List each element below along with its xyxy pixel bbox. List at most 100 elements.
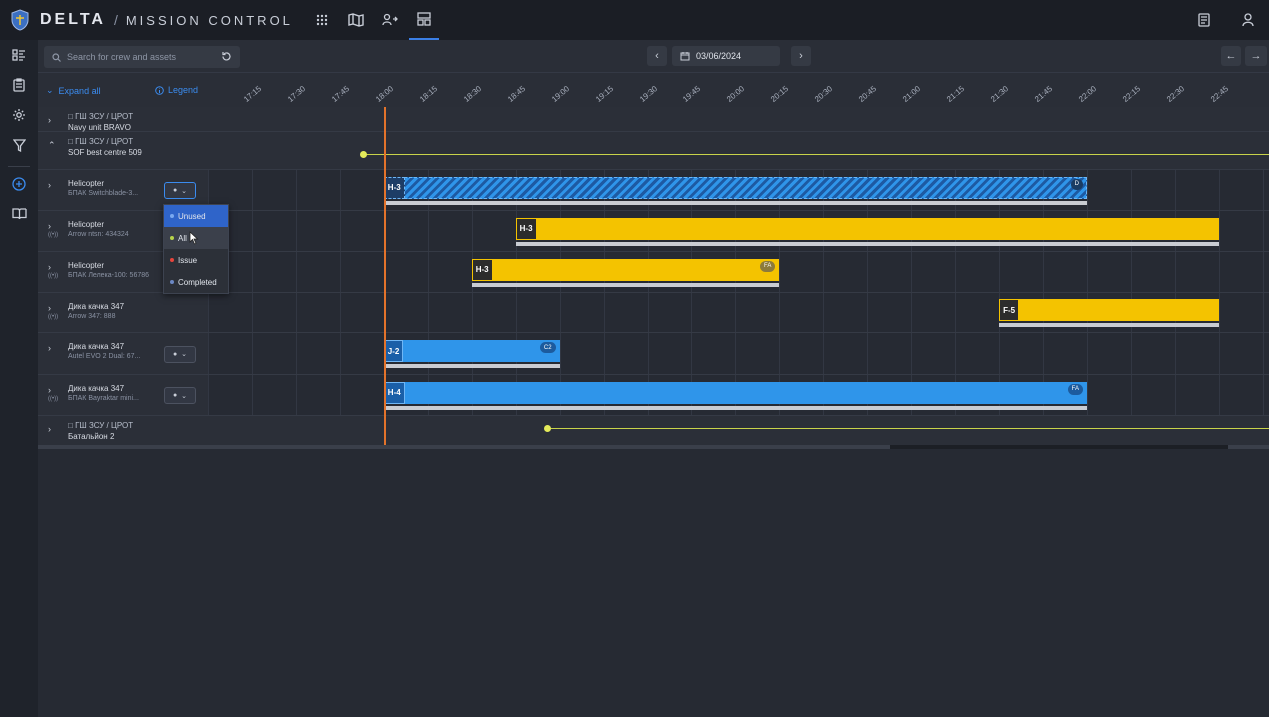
timeline-header: ⌄ Expand all Legend 17:15 17:30 17:45 18:00… (38, 72, 1269, 107)
refresh-button[interactable] (216, 46, 236, 66)
mission-bar[interactable]: H-4 FA (383, 381, 1087, 410)
group-track-dot[interactable] (544, 425, 551, 432)
chevron-up-icon[interactable]: ⌃ (48, 140, 56, 151)
group-track-line (547, 428, 1269, 429)
mission-bar[interactable]: F-5 (999, 299, 1219, 327)
mission-badge: C2 (539, 342, 556, 353)
time-tick: 19:00 (549, 84, 571, 104)
group-path: □ ГШ ЗСУ / ЦРОТ (68, 421, 133, 430)
chevron-right-icon[interactable]: › (48, 385, 51, 395)
settings-gear-icon[interactable] (0, 100, 38, 130)
timeline-toolbar: ‹ 03/06/2024 › ← → (38, 40, 1269, 72)
grid-line (955, 170, 957, 416)
radio-signal-icon: ((•)) (48, 314, 59, 320)
group-band (208, 416, 1269, 446)
status-select[interactable]: ● ⌄ (164, 387, 196, 404)
mission-bar-fill (383, 340, 560, 362)
people-route-icon[interactable] (375, 0, 405, 40)
grid-line (1262, 170, 1264, 416)
legend-button[interactable]: Legend (155, 85, 198, 95)
time-tick: 19:15 (593, 84, 615, 104)
search-box (44, 46, 240, 68)
chevron-right-icon: › (799, 50, 803, 62)
asset-subtitle: БПАК Bayraktar mini... (68, 395, 139, 402)
group-row[interactable]: › □ ГШ ЗСУ / ЦРОТ Navy unit BRAVO (38, 107, 208, 132)
mission-bar[interactable]: H-3 D (383, 176, 1087, 205)
status-option-issue[interactable]: Issue (164, 249, 228, 271)
expand-all-button[interactable]: ⌄ Expand all (46, 85, 101, 96)
status-option-label: Unused (178, 211, 206, 221)
mission-bar-baseline (383, 200, 1087, 205)
grid-line (427, 170, 429, 416)
status-option-completed[interactable]: Completed (164, 271, 228, 293)
grid-line (295, 170, 297, 416)
asset-row[interactable]: › Дика качка 347 Arrow 347: 888 ((•)) (38, 293, 208, 333)
asset-subtitle: БПАК Лелека-100: 56786 (68, 272, 150, 279)
chevron-right-icon[interactable]: › (48, 343, 51, 353)
mission-label: J-2 (383, 340, 404, 362)
status-select[interactable]: ● ⌄ (164, 345, 196, 363)
asset-row[interactable]: › Дика качка 347 Autel EVO 2 Dual: 67... ● ⌄ (38, 333, 208, 375)
asset-name: Helicopter (68, 179, 105, 188)
status-option-label: Issue (178, 255, 198, 265)
filter-icon[interactable] (0, 130, 38, 160)
mission-badge: FA (759, 260, 776, 272)
scrollbar-thumb[interactable] (890, 445, 1228, 449)
time-tick: 19:45 (681, 84, 703, 104)
arrow-right-icon: → (1250, 50, 1262, 62)
map-icon[interactable] (341, 0, 371, 40)
date-value: 03/06/2024 (696, 51, 742, 61)
date-picker[interactable]: 03/06/2024 (672, 46, 780, 66)
scroll-left-button[interactable]: ← (1221, 46, 1241, 66)
mission-bar[interactable]: H-3 FA (471, 258, 780, 287)
group-row[interactable]: ⌃ □ ГШ ЗСУ / ЦРОТ SOF best centre 509 (38, 132, 208, 170)
scroll-right-button[interactable]: → (1245, 46, 1267, 66)
mission-label: H-3 (471, 258, 493, 281)
mission-bar[interactable]: H-3 (515, 217, 1219, 246)
notes-icon[interactable] (1189, 0, 1219, 40)
row-divider (208, 332, 1269, 333)
horizontal-scrollbar[interactable] (38, 445, 1269, 449)
time-tick: 21:45 (1033, 84, 1055, 104)
grid-apps-icon[interactable] (307, 0, 337, 40)
chevron-right-icon[interactable]: › (48, 262, 51, 272)
status-dot-icon: ● (172, 392, 178, 399)
list-view-icon[interactable] (0, 40, 38, 70)
status-option-unused[interactable]: Unused (164, 205, 228, 227)
current-time-line (384, 107, 386, 446)
user-icon[interactable] (1233, 0, 1263, 40)
asset-name: Helicopter (68, 220, 105, 229)
radio-signal-icon: ((•)) (48, 232, 59, 238)
asset-row[interactable]: › Дика качка 347 БПАК Bayraktar mini... ((•… (38, 375, 208, 416)
grid-line (691, 170, 693, 416)
prev-date-button[interactable]: ‹ (647, 46, 667, 66)
shield-logo-icon[interactable] (0, 0, 40, 40)
search-icon (52, 52, 61, 62)
chevron-right-icon[interactable]: › (48, 115, 51, 125)
clipboard-icon[interactable] (0, 70, 38, 100)
add-circle-icon[interactable] (0, 169, 38, 199)
chevron-right-icon[interactable]: › (48, 221, 51, 231)
mission-bar[interactable]: J-2 C2 (383, 340, 560, 368)
next-date-button[interactable]: › (791, 46, 811, 66)
group-track-dot[interactable] (360, 151, 367, 158)
mission-bar-baseline (471, 282, 780, 287)
time-tick: 22:45 (1208, 84, 1230, 104)
group-row[interactable]: › □ ГШ ЗСУ / ЦРОТ Батальйон 2 (38, 416, 208, 446)
search-input[interactable] (67, 52, 227, 62)
mission-bar-baseline (999, 323, 1219, 327)
timeline-board-icon[interactable] (408, 0, 439, 40)
grid-line (911, 170, 913, 416)
legend-label: Legend (168, 85, 199, 95)
row-divider (208, 374, 1269, 375)
chevron-right-icon[interactable]: › (48, 303, 51, 313)
status-select[interactable]: ● ⌄ (164, 182, 196, 199)
grid-line (1130, 170, 1132, 416)
top-right-actions (1189, 0, 1269, 40)
brand-name: DELTA (40, 11, 106, 28)
book-icon[interactable] (0, 199, 38, 229)
chevron-right-icon[interactable]: › (48, 180, 51, 190)
chevron-right-icon[interactable]: › (48, 424, 51, 434)
grid-line (251, 170, 253, 416)
rail-divider (8, 166, 30, 167)
